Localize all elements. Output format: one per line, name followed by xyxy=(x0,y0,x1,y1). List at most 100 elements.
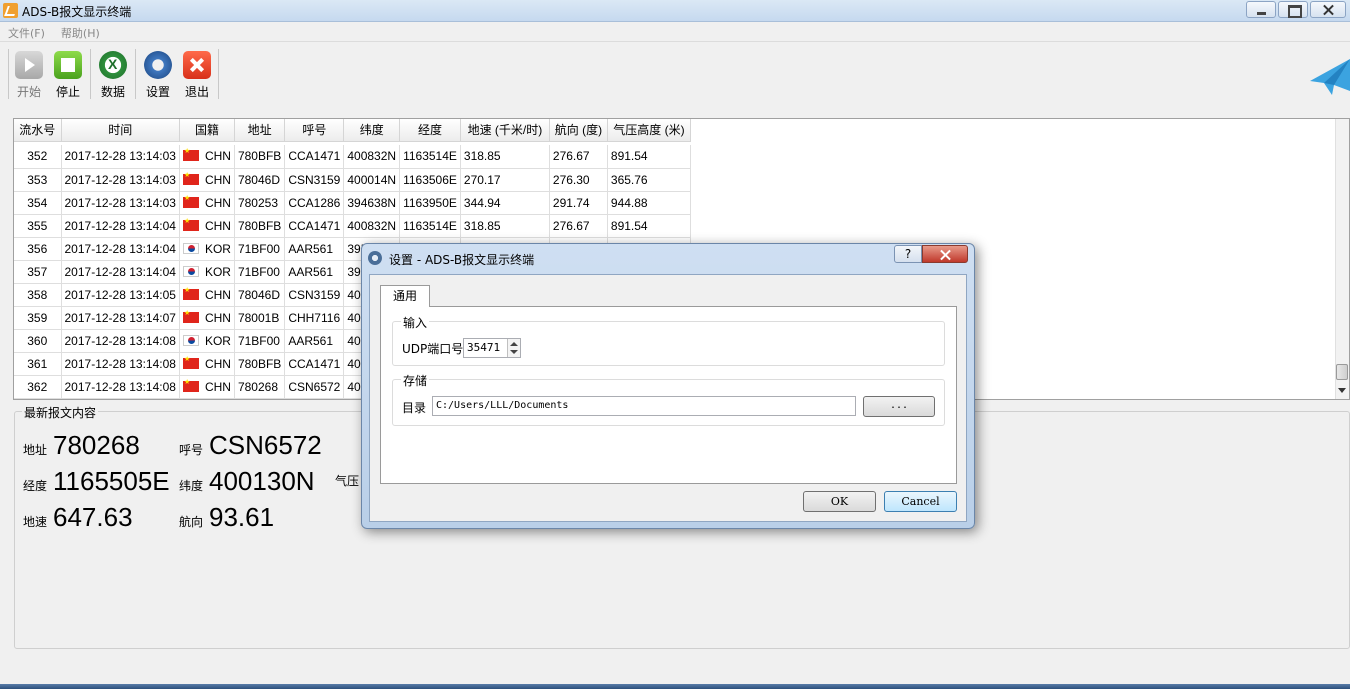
stepper-buttons[interactable] xyxy=(507,339,520,357)
table-row[interactable]: 3532017-12-28 13:14:03 CHN78046DCSN315940… xyxy=(14,168,691,192)
app-logo-icon xyxy=(3,3,18,18)
taskbar xyxy=(0,684,1350,689)
heading-field: 航向 93.61 xyxy=(179,502,274,533)
china-flag-icon xyxy=(182,147,199,162)
table-cell: 780BFB xyxy=(234,352,286,376)
settings-button[interactable]: 设置 xyxy=(138,45,178,101)
vertical-scrollbar[interactable] xyxy=(1335,119,1349,399)
table-cell: 2017-12-28 13:14:04 xyxy=(61,237,180,261)
data-button[interactable]: 数据 xyxy=(93,51,133,101)
menu-file[interactable]: 文件(F) xyxy=(0,22,53,41)
table-cell: 944.88 xyxy=(607,191,691,215)
column-header[interactable]: 经度 xyxy=(399,119,461,142)
table-cell: 276.30 xyxy=(549,168,608,192)
column-header[interactable]: 呼号 xyxy=(284,119,345,142)
scrollbar-thumb[interactable] xyxy=(1336,364,1348,380)
exit-button[interactable]: 退出 xyxy=(177,51,217,101)
ok-button[interactable]: OK xyxy=(803,491,876,512)
table-cell: 71BF00 xyxy=(234,260,286,284)
table-cell: 2017-12-28 13:14:04 xyxy=(61,214,180,238)
table-cell: 2017-12-28 13:14:08 xyxy=(61,375,180,399)
stop-icon xyxy=(54,51,82,79)
maximize-icon[interactable] xyxy=(1278,1,1308,18)
table-cell: 355 xyxy=(14,214,62,238)
table-cell: CHN xyxy=(179,145,235,169)
table-cell: 400014N xyxy=(343,168,401,192)
altitude-label: 气压 xyxy=(335,474,360,488)
table-row[interactable]: 3552017-12-28 13:14:04 CHN780BFBCCA147140… xyxy=(14,214,691,238)
latitude-field: 纬度 400130N xyxy=(179,466,315,497)
table-cell: AAR561 xyxy=(284,260,345,284)
start-button[interactable]: 开始 xyxy=(9,51,49,101)
table-cell: 1163506E xyxy=(399,168,461,192)
scroll-down-icon[interactable] xyxy=(1337,385,1347,395)
nationality-text: CHN xyxy=(204,356,231,371)
exit-label: 退出 xyxy=(184,85,209,99)
korea-flag-icon xyxy=(182,265,199,277)
latitude-label: 纬度 xyxy=(179,479,204,493)
start-label: 开始 xyxy=(16,85,41,99)
longitude-label: 经度 xyxy=(23,479,48,493)
table-cell: 780253 xyxy=(234,191,286,215)
column-header[interactable]: 国籍 xyxy=(179,119,235,142)
window-titlebar: ADS-B报文显示终端 xyxy=(0,0,1350,22)
settings-label: 设置 xyxy=(145,85,170,99)
table-cell: CSN6572 xyxy=(284,375,345,399)
tab-general[interactable]: 通用 xyxy=(380,285,430,307)
stop-button[interactable]: 停止 xyxy=(48,51,88,101)
table-cell: 318.85 xyxy=(460,214,550,238)
heading-value: 93.61 xyxy=(209,502,275,532)
table-cell: 2017-12-28 13:14:03 xyxy=(61,191,180,215)
table-cell: 2017-12-28 13:14:04 xyxy=(61,260,180,284)
column-header[interactable]: 气压高度 (米) xyxy=(607,119,691,142)
cancel-button[interactable]: Cancel xyxy=(884,491,957,512)
input-group: 输入 UDP端口号 35471 xyxy=(392,314,945,366)
stepper-up-icon[interactable] xyxy=(510,342,518,346)
column-header[interactable]: 纬度 xyxy=(343,119,401,142)
table-cell: CHN xyxy=(179,191,235,215)
stepper-down-icon[interactable] xyxy=(510,350,518,354)
table-cell: 356 xyxy=(14,237,62,261)
nationality-text: CHN xyxy=(204,149,231,164)
speed-label: 地速 xyxy=(23,515,48,529)
directory-input[interactable]: C:/Users/LLL/Documents xyxy=(432,396,856,416)
dialog-controls: ? xyxy=(894,245,968,263)
longitude-value: 1165505E xyxy=(53,466,170,496)
minimize-icon[interactable] xyxy=(1246,1,1276,18)
callsign-label: 呼号 xyxy=(179,443,204,457)
nationality-text: KOR xyxy=(204,333,231,348)
table-cell: KOR xyxy=(179,237,235,261)
gear-icon xyxy=(144,45,172,85)
browse-button[interactable]: ... xyxy=(863,396,935,417)
nationality-text: KOR xyxy=(204,264,231,279)
table-cell: 353 xyxy=(14,168,62,192)
storage-group-title: 存储 xyxy=(401,372,430,389)
dialog-close-icon[interactable] xyxy=(922,245,968,263)
longitude-field: 经度 1165505E xyxy=(23,466,170,497)
table-cell: 400832N xyxy=(343,214,401,238)
column-header[interactable]: 时间 xyxy=(61,119,180,142)
nationality-text: CHN xyxy=(204,218,231,233)
table-cell: CHN xyxy=(179,214,235,238)
menu-bar: 文件(F) 帮助(H) xyxy=(0,22,1350,42)
table-cell: 354 xyxy=(14,191,62,215)
table-cell: 362 xyxy=(14,375,62,399)
menu-help[interactable]: 帮助(H) xyxy=(53,22,108,41)
table-cell: 1163950E xyxy=(399,191,461,215)
table-cell: 276.67 xyxy=(549,145,608,169)
directory-label: 目录 xyxy=(402,401,427,415)
column-header[interactable]: 航向 (度) xyxy=(549,119,608,142)
column-header[interactable]: 流水号 xyxy=(14,119,62,142)
dialog-title: 设置 - ADS-B报文显示终端 xyxy=(389,253,535,267)
column-header[interactable]: 地速 (千米/时) xyxy=(460,119,550,142)
heading-label: 航向 xyxy=(179,515,204,529)
udp-port-stepper[interactable]: 35471 xyxy=(463,338,521,358)
column-header[interactable]: 地址 xyxy=(234,119,286,142)
table-row[interactable]: 3542017-12-28 13:14:03 CHN780253CCA128639… xyxy=(14,191,691,215)
close-icon[interactable] xyxy=(1310,1,1346,18)
table-cell: 780BFB xyxy=(234,214,286,238)
table-cell: CHN xyxy=(179,283,235,307)
help-button[interactable]: ? xyxy=(894,245,922,263)
table-row[interactable]: 3522017-12-28 13:14:03 CHN780BFBCCA147140… xyxy=(14,145,691,169)
table-cell: KOR xyxy=(179,260,235,284)
